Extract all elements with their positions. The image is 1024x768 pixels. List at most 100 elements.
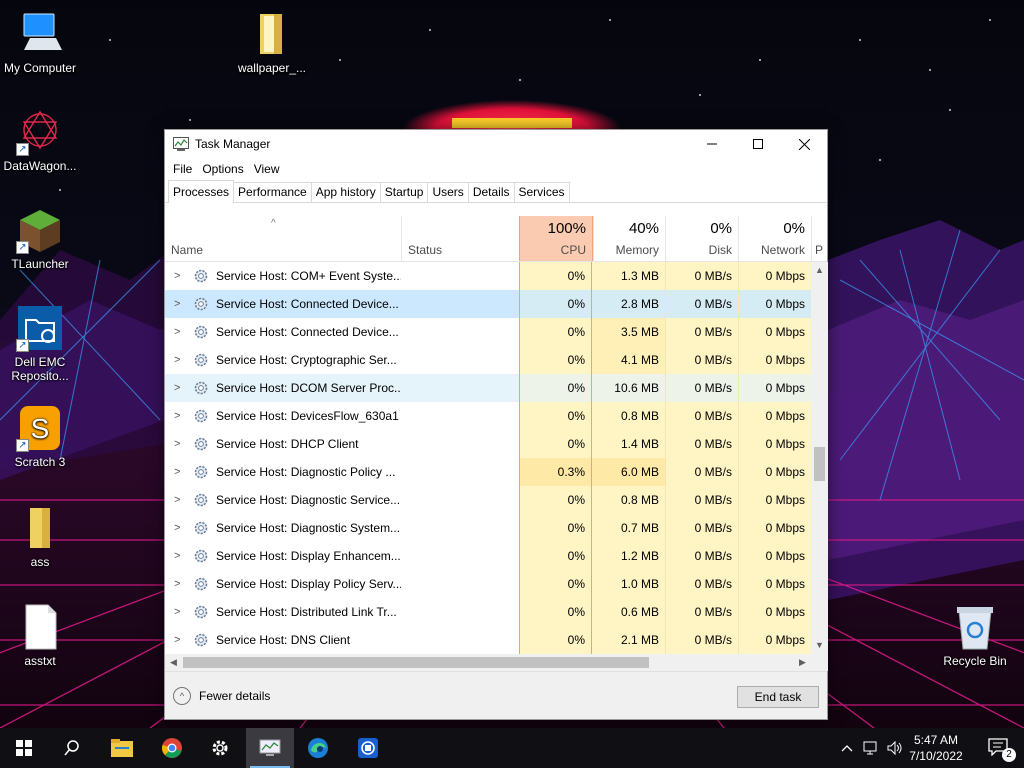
taskbar-chrome[interactable]: [148, 728, 196, 768]
maximize-button[interactable]: [735, 130, 781, 158]
expand-chevron-icon[interactable]: >: [174, 374, 180, 402]
close-button[interactable]: [781, 130, 827, 158]
expand-chevron-icon[interactable]: >: [174, 346, 180, 374]
disk-cell: 0 MB/s: [665, 430, 738, 458]
scroll-down-icon[interactable]: ▼: [811, 637, 828, 654]
expand-chevron-icon[interactable]: >: [174, 458, 180, 486]
expand-chevron-icon[interactable]: >: [174, 626, 180, 654]
desktop-icon-ass-folder[interactable]: ass: [0, 504, 80, 569]
taskbar-settings[interactable]: [196, 728, 244, 768]
horizontal-scrollbar[interactable]: ◀ ▶: [165, 654, 811, 671]
expand-chevron-icon[interactable]: >: [174, 290, 180, 318]
desktop-icon-wallpaper-folder[interactable]: wallpaper_...: [232, 10, 312, 75]
desktop-icon-recycle-bin[interactable]: Recycle Bin: [935, 603, 1015, 668]
scroll-right-icon[interactable]: ▶: [794, 654, 811, 671]
fewer-details-link[interactable]: ^ Fewer details: [173, 687, 270, 705]
disk-cell: 0 MB/s: [665, 346, 738, 374]
desktop-icon-my-computer[interactable]: My Computer: [0, 10, 80, 75]
tray-network[interactable]: [860, 728, 882, 768]
taskbar-task-manager[interactable]: [246, 728, 294, 768]
table-row[interactable]: > Service Host: Cryptographic Ser... 0% 4.1…: [165, 346, 811, 374]
taskbar-remote-app[interactable]: [344, 728, 392, 768]
desktop-icon-scratch[interactable]: S ↗ Scratch 3: [0, 404, 80, 469]
process-name: Service Host: Display Enhancem...: [216, 549, 401, 563]
scroll-left-icon[interactable]: ◀: [165, 654, 182, 671]
column-header-network[interactable]: 0% Network: [738, 216, 811, 261]
expand-chevron-icon[interactable]: >: [174, 430, 180, 458]
minimize-button[interactable]: [689, 130, 735, 158]
expand-chevron-icon[interactable]: >: [174, 514, 180, 542]
process-table: ^ Name Status 100% CPU 40% Memory 0% Dis…: [165, 216, 827, 656]
table-row[interactable]: > Service Host: DCOM Server Proc... 0% 10.6…: [165, 374, 811, 402]
action-center-button[interactable]: 2: [988, 738, 1016, 762]
column-header-name[interactable]: ^ Name: [165, 216, 401, 261]
horizontal-scroll-thumb[interactable]: [183, 657, 649, 668]
network-cell: 0 Mbps: [738, 626, 811, 654]
tray-overflow-button[interactable]: [838, 728, 856, 768]
column-header-power[interactable]: P: [811, 216, 827, 261]
process-name: Service Host: COM+ Event Syste...: [216, 269, 401, 283]
process-name-cell: > Service Host: Display Enhancem...: [165, 542, 401, 570]
disk-cell: 0 MB/s: [665, 262, 738, 290]
tab-users[interactable]: Users: [427, 182, 469, 202]
vertical-scrollbar[interactable]: ▲ ▼: [811, 262, 828, 654]
taskbar-edge[interactable]: [294, 728, 342, 768]
desktop-icon-dell-emc[interactable]: ↗ Dell EMC Reposito...: [0, 304, 80, 383]
expand-chevron-icon[interactable]: >: [174, 318, 180, 346]
title-bar[interactable]: Task Manager: [165, 130, 827, 158]
process-name-cell: > Service Host: Connected Device...: [165, 318, 401, 346]
desktop-icon-tlauncher[interactable]: ↗ TLauncher: [0, 206, 80, 271]
table-row[interactable]: > Service Host: Diagnostic Policy ... 0.3%…: [165, 458, 811, 486]
status-cell: [401, 570, 519, 598]
search-button[interactable]: [48, 728, 96, 768]
table-row[interactable]: > Service Host: Connected Device... 0% 2.8 …: [165, 290, 811, 318]
expand-chevron-icon[interactable]: >: [174, 262, 180, 290]
tab-details[interactable]: Details: [467, 182, 515, 202]
table-row[interactable]: > Service Host: DHCP Client 0% 1.4 MB 0 MB/s…: [165, 430, 811, 458]
end-task-button[interactable]: End task: [737, 686, 819, 708]
table-row[interactable]: > Service Host: Connected Device... 0% 3.5 …: [165, 318, 811, 346]
menu-view[interactable]: View: [249, 162, 285, 176]
table-row[interactable]: > Service Host: DNS Client 0% 2.1 MB 0 MB/s 0…: [165, 626, 811, 654]
taskbar-clock[interactable]: 5:47 AM 7/10/2022: [904, 732, 968, 764]
expand-chevron-icon[interactable]: >: [174, 486, 180, 514]
tab-app-history[interactable]: App history: [310, 182, 381, 202]
network-cell: 0 Mbps: [738, 458, 811, 486]
tab-processes[interactable]: Processes: [168, 180, 235, 203]
process-name: Service Host: DHCP Client: [216, 437, 359, 451]
close-icon: [798, 138, 810, 150]
gear-icon: [194, 465, 208, 479]
table-row[interactable]: > Service Host: DevicesFlow_630a1 0% 0.8 MB…: [165, 402, 811, 430]
column-header-cpu[interactable]: 100% CPU: [519, 216, 593, 261]
tab-services[interactable]: Services: [513, 182, 570, 202]
expand-chevron-icon[interactable]: >: [174, 570, 180, 598]
column-header-memory[interactable]: 40% Memory: [593, 216, 665, 261]
start-button[interactable]: [0, 728, 48, 768]
expand-chevron-icon[interactable]: >: [174, 402, 180, 430]
column-header-disk[interactable]: 0% Disk: [665, 216, 738, 261]
desktop-icon-datawagon[interactable]: ↗ DataWagon...: [0, 108, 80, 173]
cpu-cell: 0%: [519, 290, 592, 318]
tray-volume[interactable]: [884, 728, 906, 768]
process-name-cell: > Service Host: Display Policy Serv...: [165, 570, 401, 598]
table-row[interactable]: > Service Host: Display Policy Serv... 0% 1…: [165, 570, 811, 598]
table-row[interactable]: > Service Host: Diagnostic Service... 0% 0.…: [165, 486, 811, 514]
tab-performance[interactable]: Performance: [233, 182, 312, 202]
menu-options[interactable]: Options: [197, 162, 248, 176]
column-header-status[interactable]: Status: [401, 216, 519, 261]
vertical-scroll-thumb[interactable]: [814, 447, 825, 481]
table-row[interactable]: > Service Host: Diagnostic System... 0% 0.7…: [165, 514, 811, 542]
desktop-icon-asstxt[interactable]: asstxt: [0, 603, 80, 668]
clock-time: 5:47 AM: [913, 733, 959, 747]
tab-startup[interactable]: Startup: [379, 182, 429, 202]
text-file-icon: [16, 603, 64, 651]
menu-file[interactable]: File: [168, 162, 197, 176]
expand-chevron-icon[interactable]: >: [174, 598, 180, 626]
scroll-up-icon[interactable]: ▲: [811, 262, 828, 279]
taskbar-file-explorer[interactable]: [98, 728, 146, 768]
table-row[interactable]: > Service Host: Distributed Link Tr... 0% 0…: [165, 598, 811, 626]
expand-chevron-icon[interactable]: >: [174, 542, 180, 570]
table-row[interactable]: > Service Host: COM+ Event Syste... 0% 1.3 …: [165, 262, 811, 290]
table-row[interactable]: > Service Host: Display Enhancem... 0% 1.2 …: [165, 542, 811, 570]
process-name-cell: > Service Host: DHCP Client: [165, 430, 401, 458]
